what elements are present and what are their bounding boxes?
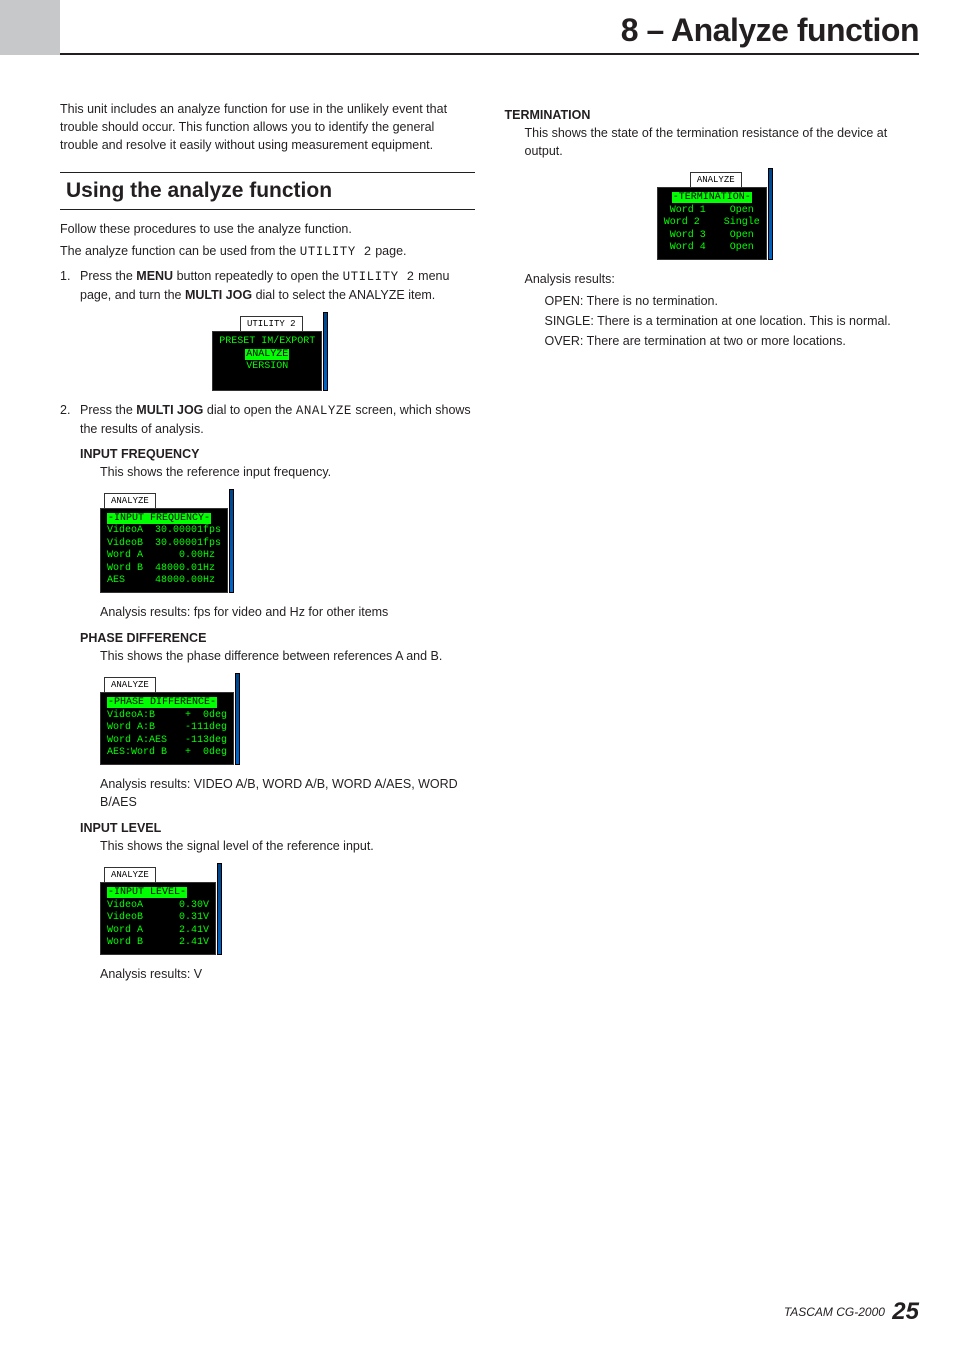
section-heading: Using the analyze function bbox=[60, 172, 475, 209]
step-1-number: 1. bbox=[60, 267, 80, 304]
phase-l4: Word A:AES -113deg bbox=[107, 735, 227, 746]
lcd-utility-screen: PRESET IM/EXPORT ANALYZE VERSION bbox=[212, 331, 322, 391]
step-2-number: 2. bbox=[60, 401, 80, 438]
phase-heading: PHASE DIFFERENCE bbox=[80, 629, 475, 647]
footer-page-number: 25 bbox=[892, 1298, 919, 1325]
step-1: 1. Press the MENU button repeatedly to o… bbox=[60, 267, 475, 304]
level-l1: -INPUT LEVEL- bbox=[107, 887, 187, 898]
freq-l5: Word B 48000.01Hz bbox=[107, 563, 215, 574]
s2-t2: dial to open the bbox=[203, 403, 295, 417]
lcd-term-tab: ANALYZE bbox=[690, 172, 742, 188]
phase-l1: -PHASE DIFFERENCE- bbox=[107, 697, 217, 708]
term-r3: OVER: There are termination at two or mo… bbox=[545, 332, 920, 350]
lcd-term-screen: -TERMINATION- Word 1 Open Word 2 Single … bbox=[657, 187, 767, 260]
level-l3: VideoB 0.31V bbox=[107, 912, 209, 923]
lcd-utility-tab: UTILITY 2 bbox=[240, 316, 303, 332]
lcd-freq-screen: -INPUT FREQUENCY- VideoA 30.00001fps Vid… bbox=[100, 508, 228, 593]
phase-l5: AES:Word B + 0deg bbox=[107, 747, 227, 758]
scrollbar-icon bbox=[235, 673, 240, 765]
step-2-body: Press the MULTI JOG dial to open the ANA… bbox=[80, 401, 475, 438]
scrollbar-icon bbox=[217, 863, 222, 955]
phase-l3: Word A:B -111deg bbox=[107, 722, 227, 733]
right-column: TERMINATION This shows the state of the … bbox=[505, 100, 920, 991]
term-r2: SINGLE: There is a termination at one lo… bbox=[545, 312, 920, 330]
s1-t4: dial to select the ANALYZE item. bbox=[252, 288, 435, 302]
phase-results: Analysis results: VIDEO A/B, WORD A/B, W… bbox=[100, 775, 475, 811]
scrollbar-icon bbox=[323, 312, 328, 391]
canbe-pre: The analyze function can be used from th… bbox=[60, 244, 300, 258]
lcd-freq-wrap: ANALYZE -INPUT FREQUENCY- VideoA 30.0000… bbox=[100, 489, 475, 593]
term-l4: Word 3 Open bbox=[670, 230, 754, 241]
level-l2: VideoA 0.30V bbox=[107, 900, 209, 911]
phase-desc: This shows the phase difference between … bbox=[100, 647, 475, 665]
follow-text: Follow these procedures to use the analy… bbox=[60, 220, 475, 238]
lcd1-l2: ANALYZE bbox=[245, 349, 289, 360]
freq-l3: VideoB 30.00001fps bbox=[107, 538, 221, 549]
term-l2: Word 1 Open bbox=[670, 205, 754, 216]
footer-model: TASCAM CG-2000 bbox=[784, 1305, 885, 1319]
lcd-utility-wrap: UTILITY 2 PRESET IM/EXPORT ANALYZE VERSI… bbox=[60, 312, 475, 391]
level-heading: INPUT LEVEL bbox=[80, 819, 475, 837]
lcd1-l1: PRESET IM/EXPORT bbox=[219, 336, 315, 347]
s1-b1: MENU bbox=[136, 269, 173, 283]
page-footer: TASCAM CG-2000 25 bbox=[784, 1298, 919, 1326]
lcd-level-tab: ANALYZE bbox=[104, 867, 156, 883]
lcd-level-screen: -INPUT LEVEL- VideoA 0.30V VideoB 0.31V … bbox=[100, 882, 216, 955]
level-results: Analysis results: V bbox=[100, 965, 475, 983]
freq-l6: AES 48000.00Hz bbox=[107, 575, 215, 586]
term-l1: -TERMINATION- bbox=[672, 192, 752, 203]
s1-b2: MULTI JOG bbox=[185, 288, 252, 302]
step-2: 2. Press the MULTI JOG dial to open the … bbox=[60, 401, 475, 438]
canbe-post: page. bbox=[372, 244, 407, 258]
s2-t1: Press the bbox=[80, 403, 136, 417]
lcd-level-wrap: ANALYZE -INPUT LEVEL- VideoA 0.30V Video… bbox=[100, 863, 475, 955]
scrollbar-icon bbox=[768, 168, 773, 260]
scrollbar-icon bbox=[229, 489, 234, 593]
freq-heading: INPUT FREQUENCY bbox=[80, 445, 475, 463]
level-l4: Word A 2.41V bbox=[107, 925, 209, 936]
lcd-phase-screen: -PHASE DIFFERENCE- VideoA:B + 0deg Word … bbox=[100, 692, 234, 765]
lcd-freq-tab: ANALYZE bbox=[104, 493, 156, 509]
lcd-phase-wrap: ANALYZE -PHASE DIFFERENCE- VideoA:B + 0d… bbox=[100, 673, 475, 765]
phase-l2: VideoA:B + 0deg bbox=[107, 710, 227, 721]
freq-l2: VideoA 30.00001fps bbox=[107, 525, 221, 536]
content-columns: This unit includes an analyze function f… bbox=[60, 100, 919, 991]
s1-m1: UTILITY 2 bbox=[343, 270, 415, 284]
term-r1: OPEN: There is no termination. bbox=[545, 292, 920, 310]
term-l5: Word 4 Open bbox=[670, 242, 754, 253]
freq-l1: -INPUT FREQUENCY- bbox=[107, 513, 211, 524]
term-heading: TERMINATION bbox=[505, 106, 920, 124]
term-l3: Word 2 Single bbox=[664, 217, 760, 228]
lcd-term-wrap: ANALYZE -TERMINATION- Word 1 Open Word 2… bbox=[505, 168, 920, 260]
level-l5: Word B 2.41V bbox=[107, 937, 209, 948]
lcd-phase-tab: ANALYZE bbox=[104, 677, 156, 693]
canbe-mono: UTILITY 2 bbox=[300, 245, 372, 259]
term-desc: This shows the state of the termination … bbox=[525, 124, 920, 160]
chapter-title: 8 – Analyze function bbox=[621, 12, 919, 49]
term-results-label: Analysis results: bbox=[525, 270, 920, 288]
level-desc: This shows the signal level of the refer… bbox=[100, 837, 475, 855]
canbe-text: The analyze function can be used from th… bbox=[60, 242, 475, 261]
freq-desc: This shows the reference input frequency… bbox=[100, 463, 475, 481]
s2-m1: ANALYZE bbox=[296, 404, 352, 418]
s1-t1: Press the bbox=[80, 269, 136, 283]
s1-t2: button repeatedly to open the bbox=[173, 269, 343, 283]
left-column: This unit includes an analyze function f… bbox=[60, 100, 475, 991]
s2-b1: MULTI JOG bbox=[136, 403, 203, 417]
freq-results: Analysis results: fps for video and Hz f… bbox=[100, 603, 475, 621]
freq-l4: Word A 0.00Hz bbox=[107, 550, 215, 561]
step-1-body: Press the MENU button repeatedly to open… bbox=[80, 267, 475, 304]
header-gray-strip bbox=[0, 0, 60, 55]
lcd1-l3: VERSION bbox=[246, 361, 288, 372]
intro-paragraph: This unit includes an analyze function f… bbox=[60, 100, 475, 154]
